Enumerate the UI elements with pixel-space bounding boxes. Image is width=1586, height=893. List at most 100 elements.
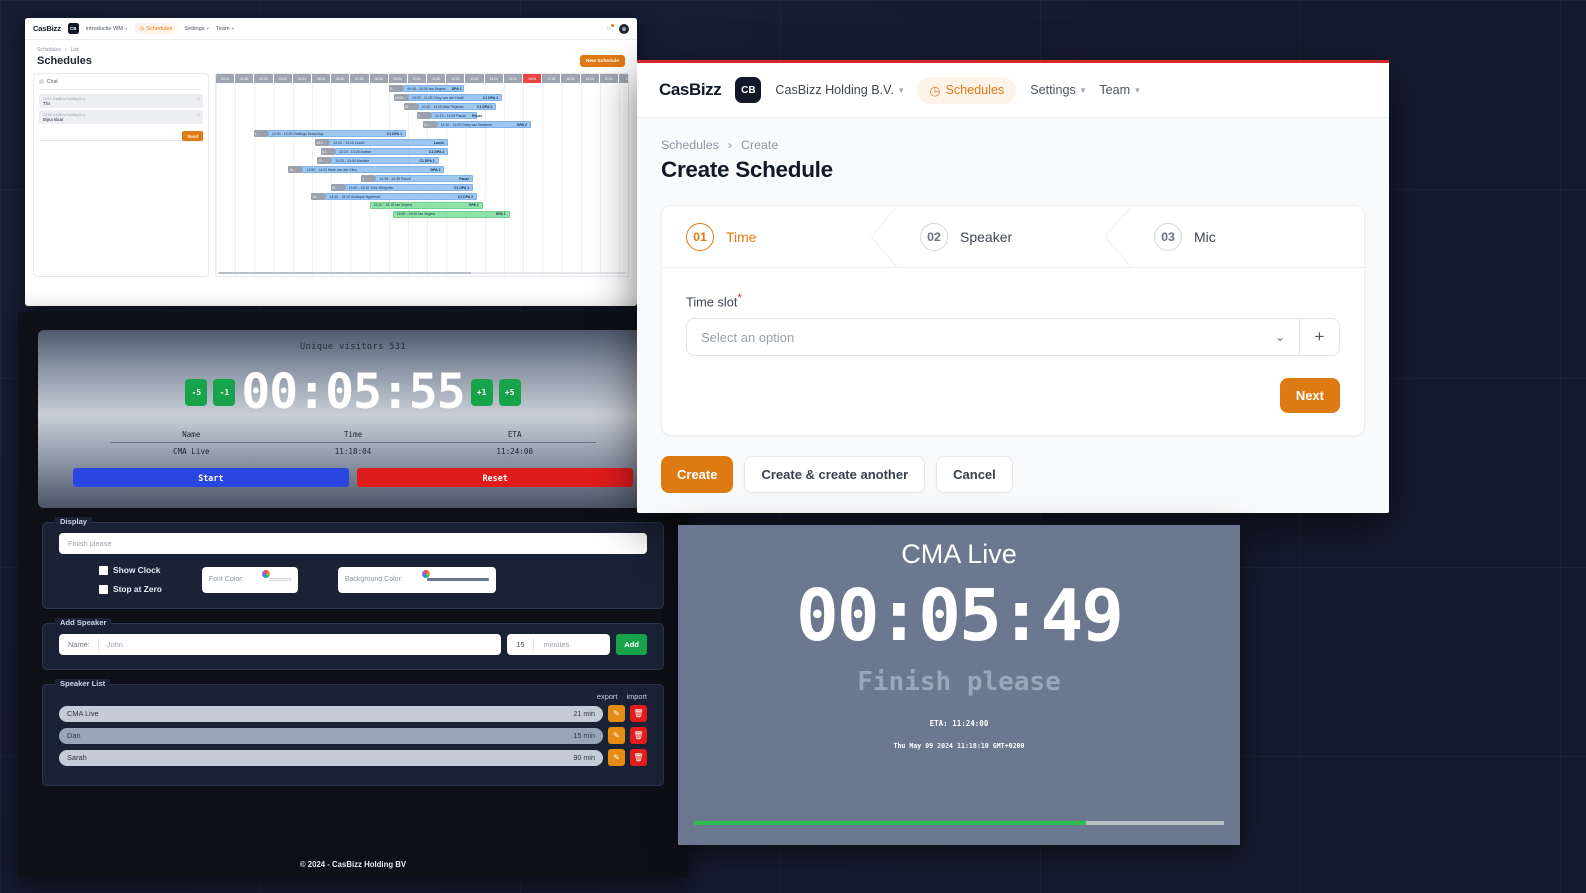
- gantt-scrollbar[interactable]: [218, 271, 626, 274]
- pencil-icon[interactable]: ✎: [608, 705, 625, 722]
- gantt-bar[interactable]: 09:45 - 10:00 Ian Segers DPA 1: [403, 85, 464, 93]
- gantt-bar[interactable]: 10:50 - 11:00 Alan Teljkovic C1 DPA 2: [417, 102, 497, 111]
- nav-team[interactable]: Team ▾: [1099, 83, 1139, 97]
- gantt-row-handle[interactable]: 14…: [330, 183, 345, 192]
- close-icon[interactable]: ✕: [197, 113, 200, 117]
- speaker-name[interactable]: Dan 15 min: [59, 727, 603, 744]
- gantt-bar[interactable]: 11:30 - 12:00 Gaby van Kesteren DPA 2: [436, 120, 531, 129]
- speaker-name[interactable]: Sarah 90 min: [59, 749, 603, 766]
- nav-team[interactable]: Team ▾: [216, 26, 234, 32]
- gantt-bar[interactable]: 13:20 - 13:50 Marieke C1 DPA 1: [331, 156, 439, 165]
- breadcrumb-parent[interactable]: Schedules: [37, 47, 61, 53]
- gantt-row-handle[interactable]: 1: [361, 174, 376, 183]
- add-time-slot-button[interactable]: +: [1299, 319, 1339, 356]
- pencil-icon[interactable]: ✎: [608, 727, 625, 744]
- step-speaker[interactable]: 02 Speaker: [896, 206, 1131, 267]
- gantt-row-handle[interactable]: 1…: [417, 111, 432, 120]
- gantt-bar[interactable]: 12:20 - 13:10 Lunch Lunch: [329, 138, 449, 147]
- import-link[interactable]: import: [626, 692, 647, 701]
- nav-schedules[interactable]: ◷ Schedules: [917, 76, 1017, 104]
- gantt-row-handle[interactable]: 11:…: [422, 120, 437, 129]
- timer-control-window[interactable]: Unique visitors 531 -5 -1 00:05:55 +1 +5…: [18, 312, 688, 877]
- speaker-name[interactable]: CMA Live 21 min: [59, 705, 603, 722]
- start-button[interactable]: Start: [72, 468, 349, 487]
- gantt-bar[interactable]: 12:00 - 12:20 Soelingo Rosschop C1 DPA 1: [267, 129, 407, 138]
- gantt-bar[interactable]: 13:10 - 13:20 Anieke C1 DPA 2: [335, 147, 449, 156]
- gantt-row-handle[interactable]: 1…: [253, 129, 268, 138]
- gantt-bar[interactable]: 13:50 - 14:20 Mark van der Vlies DPA 2: [302, 165, 445, 174]
- gantt-row-handle[interactable]: 13:…: [317, 156, 332, 165]
- gantt-row-handle[interactable]: 15…: [288, 165, 303, 174]
- minus-1-button[interactable]: -1: [213, 378, 236, 406]
- gantt-row[interactable]: 13… 13:10 - 13:20 Anieke C1 DPA 2: [216, 147, 628, 156]
- gantt-row-handle[interactable]: 13:2…: [315, 138, 330, 147]
- gantt-bar[interactable]: 14:40 - 15:10 Joris Werpelen C1 DPA 1: [344, 183, 474, 192]
- gantt-row[interactable]: 1… 11:15 - 11:30 Pauze Pauze: [216, 111, 628, 120]
- schedules-list-window[interactable]: CasBizz CB introductie WM ▾ ◷ Schedules …: [25, 18, 637, 306]
- reset-button[interactable]: Reset: [357, 468, 634, 487]
- chat-send-button[interactable]: Send: [182, 131, 203, 141]
- gantt-row[interactable]: 14… 14:40 - 15:10 Siddique Ngadimin C1 DPA…: [216, 192, 628, 201]
- gantt-row-handle[interactable]: 10:00…: [394, 93, 408, 102]
- speaker-row[interactable]: CMA Live 21 min ✎ 🗑: [59, 705, 647, 722]
- create-button[interactable]: Create: [661, 456, 734, 494]
- create-schedule-window[interactable]: CasBizz CB CasBizz Holding B.V. ▾ ◷ Sche…: [637, 60, 1389, 513]
- time-slot-field[interactable]: Select an option ⌄ +: [686, 318, 1340, 357]
- breadcrumb-parent[interactable]: Schedules: [661, 138, 719, 152]
- gantt-row[interactable]: 15… 13:50 - 14:20 Mark van der Vlies DPA 2: [216, 165, 628, 174]
- font-color-picker[interactable]: Font Color:: [201, 566, 298, 593]
- nav-settings[interactable]: Settings ▾: [1030, 83, 1085, 97]
- cancel-button[interactable]: Cancel: [936, 456, 1013, 494]
- trash-icon[interactable]: 🗑: [630, 727, 647, 744]
- export-link[interactable]: export: [597, 692, 618, 701]
- gantt-bar[interactable]: 10:00 - 11:00 Choy van der Hooft C1 DPA 1: [408, 93, 503, 102]
- gantt-row-handle[interactable]: 0...: [389, 85, 404, 93]
- speaker-row[interactable]: Sarah 90 min ✎ 🗑: [59, 749, 647, 766]
- next-button[interactable]: Next: [1279, 378, 1340, 414]
- plus-5-button[interactable]: +5: [498, 378, 521, 406]
- gantt-bar[interactable]: 11:15 - 11:30 Pauze Pauze: [431, 111, 482, 120]
- gantt-row[interactable]: 15:10 - 15:15 Ian Segers DPA 1: [216, 201, 628, 210]
- gantt-row[interactable]: 11:… 11:30 - 12:00 Gaby van Kesteren DPA 2: [216, 120, 628, 129]
- create-and-create-another-button[interactable]: Create & create another: [744, 456, 926, 494]
- live-display-window[interactable]: CMA Live 00:05:49 Finish please ETA: 11:…: [678, 525, 1240, 845]
- org-switcher[interactable]: CasBizz Holding B.V. ▾: [775, 83, 903, 97]
- speaker-minutes-input[interactable]: 15: [516, 640, 524, 649]
- step-mic[interactable]: 03 Mic: [1130, 206, 1364, 267]
- nav-settings[interactable]: Settings ▾: [184, 26, 209, 32]
- gantt-row-handle[interactable]: 13…: [321, 147, 336, 156]
- gantt-row[interactable]: 13:2… 12:20 - 13:10 Lunch Lunch: [216, 138, 628, 147]
- background-color-picker[interactable]: Background Color:: [337, 566, 496, 593]
- gantt-row-handle[interactable]: 14…: [311, 192, 326, 201]
- gantt-row[interactable]: 15:50 - 16:00 Ian Segers DPA 1: [216, 210, 628, 219]
- gantt-bar[interactable]: 14:40 - 15:10 Siddique Ngadimin C1 DPA 2: [325, 192, 478, 201]
- gantt-bar[interactable]: 15:10 - 15:15 Ian Segers DPA 1: [369, 201, 483, 210]
- step-time[interactable]: 01 Time: [662, 206, 897, 267]
- gantt-row[interactable]: 10:00… 10:00 - 11:00 Choy van der Hooft C1…: [216, 93, 628, 102]
- stop-at-zero-checkbox[interactable]: Stop at Zero: [99, 584, 162, 594]
- gantt-bar[interactable]: 15:50 - 16:00 Ian Segers DPA 1: [392, 210, 510, 219]
- display-message-input[interactable]: Finish please: [59, 533, 647, 554]
- gantt-chart[interactable]: 00:00 01:00 02:00 03:00 04:00 05:00 06:00 07:00…: [215, 73, 629, 277]
- new-schedule-button[interactable]: New Schedule: [579, 55, 625, 67]
- speaker-name-input[interactable]: John: [107, 640, 123, 649]
- gantt-row-handle[interactable]: 10:…: [403, 102, 418, 111]
- chat-input[interactable]: [39, 129, 183, 141]
- gantt-bar[interactable]: 14:25 - 14:35 Pauze Pauze: [375, 174, 474, 183]
- pencil-icon[interactable]: ✎: [608, 749, 625, 766]
- bell-icon[interactable]: ☼: [606, 24, 614, 32]
- speaker-row[interactable]: Dan 15 min ✎ 🗑: [59, 727, 647, 744]
- gantt-row[interactable]: 1 14:25 - 14:35 Pauze Pauze: [216, 174, 628, 183]
- trash-icon[interactable]: 🗑: [630, 705, 647, 722]
- minus-5-button[interactable]: -5: [185, 378, 208, 406]
- close-icon[interactable]: ✕: [197, 97, 200, 101]
- trash-icon[interactable]: 🗑: [630, 749, 647, 766]
- show-clock-checkbox[interactable]: Show Clock: [99, 565, 162, 575]
- gantt-row[interactable]: 14… 14:40 - 15:10 Joris Werpelen C1 DPA 1: [216, 183, 628, 192]
- add-speaker-button[interactable]: Add: [616, 634, 647, 655]
- org-switcher[interactable]: introductie WM ▾: [86, 26, 128, 32]
- gantt-row[interactable]: 10:… 10:50 - 11:00 Alan Teljkovic C1 DPA 2: [216, 102, 628, 111]
- gantt-row[interactable]: 0... 09:45 - 10:00 Ian Segers DPA 1: [216, 85, 628, 93]
- time-slot-select[interactable]: Select an option: [687, 319, 1261, 355]
- avatar[interactable]: [619, 23, 629, 34]
